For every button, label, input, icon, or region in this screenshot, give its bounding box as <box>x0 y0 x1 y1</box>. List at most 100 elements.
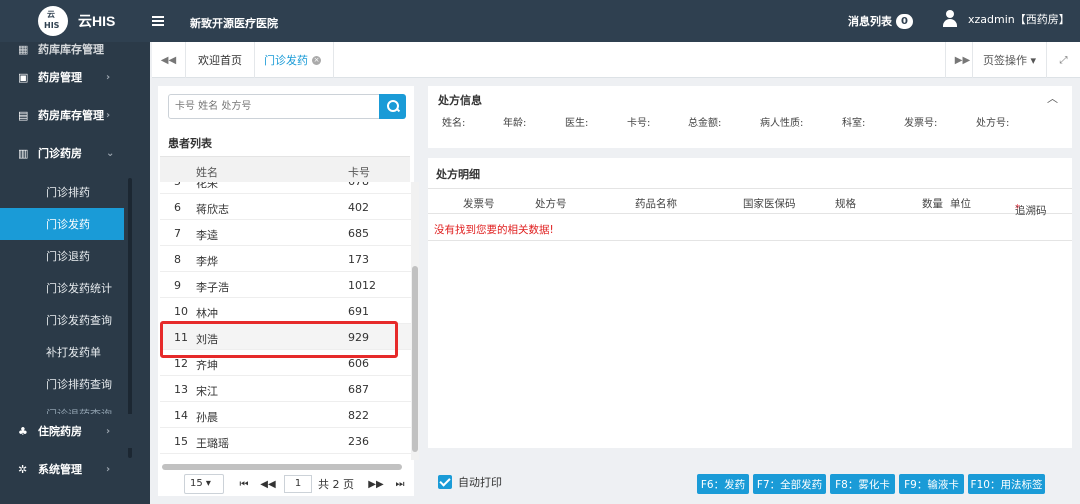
prescription-detail-title: 处方明细 <box>436 168 480 181</box>
patient-name: 花荣 <box>196 182 218 190</box>
col-invoice: 发票号 <box>463 198 495 210</box>
field-prescription-no: 处方号: <box>976 118 1010 129</box>
table-row[interactable]: 14 孙晨 822 <box>160 402 412 428</box>
card-number: 402 <box>348 201 369 214</box>
sidebar-subitem-outpatient-return[interactable]: 门诊退药 <box>0 240 124 272</box>
detail-table-header: 发票号 处方号 药品名称 国家医保码 规格 数量 单位 * 追溯码 <box>428 188 1072 217</box>
table-row[interactable]: 8 李烨 173 <box>160 246 412 272</box>
dispense-all-button[interactable]: F7：全部发药 <box>753 474 826 494</box>
menu-toggle-icon[interactable] <box>152 16 164 26</box>
card-number: 236 <box>348 435 369 448</box>
sidebar-item-outpatient-pharmacy[interactable]: ▥ 门诊药房 ⌄ <box>0 136 150 170</box>
bed-icon: ♣ <box>18 424 28 438</box>
card-number: 691 <box>348 305 369 318</box>
scroll-thumb[interactable] <box>412 266 418 452</box>
patient-list-hscrollbar[interactable] <box>162 464 402 470</box>
table-row[interactable]: 15 王璐瑶 236 <box>160 428 412 454</box>
field-doctor: 医生: <box>565 118 589 129</box>
sidebar-item-pharmacy-inventory[interactable]: ▤ 药房库存管理 › <box>0 98 150 132</box>
messages-count-badge: 0 <box>896 13 913 29</box>
sidebar-subitem-return-query[interactable]: 门诊退药查询 <box>0 400 124 414</box>
patient-list-vscrollbar[interactable] <box>411 182 419 460</box>
sidebar-item-system[interactable]: ✲ 系统管理 › <box>0 452 150 486</box>
patient-name: 李子浩 <box>196 281 229 294</box>
field-department: 科室: <box>842 118 866 129</box>
hospital-name: 新致开源医疗医院 <box>190 17 278 30</box>
chevron-right-icon: › <box>106 425 111 437</box>
table-row[interactable]: 9 李子浩 1012 <box>160 272 412 298</box>
col-insurance-code: 国家医保码 <box>743 198 796 210</box>
tab-home[interactable]: 欢迎首页 <box>186 42 255 78</box>
action-footer: 自动打印 F6：发药 F7：全部发药 F8：雾化卡 F9：输液卡 F10：用法标… <box>428 468 1072 496</box>
table-row[interactable]: 6 蒋欣志 402 <box>160 194 412 220</box>
chevron-right-icon: › <box>106 463 111 475</box>
sidebar-subitem-dispense-stats[interactable]: 门诊发药统计 <box>0 272 124 304</box>
patient-name: 孙晨 <box>196 411 218 424</box>
row-number: 8 <box>174 253 181 266</box>
sidebar-subitem-outpatient-dispense[interactable]: 门诊发药 <box>0 208 124 240</box>
card-number: 173 <box>348 253 369 266</box>
logo-mark-bottom: HIS <box>44 21 60 30</box>
field-total: 总金额: <box>688 118 722 129</box>
field-age: 年龄: <box>503 118 527 129</box>
table-row[interactable]: 13 宋江 687 <box>160 376 412 402</box>
tab-outpatient-dispense[interactable]: 门诊发药 × <box>252 42 334 78</box>
messages-label: 消息列表 <box>848 15 892 28</box>
patient-list-title: 患者列表 <box>168 137 212 150</box>
col-unit: 单位 <box>950 198 971 210</box>
card-number: 1012 <box>348 279 376 292</box>
page-total: 共 2 页 <box>318 478 354 491</box>
sidebar-subitem-outpatient-arrange[interactable]: 门诊排药 <box>0 176 124 208</box>
user-menu[interactable]: xzadmin【西药房】 <box>942 10 1070 28</box>
row-number: 6 <box>174 201 181 214</box>
sidebar-item-pharmacy[interactable]: ▣ 药房管理 › <box>0 60 150 94</box>
divider <box>428 240 1072 241</box>
prev-page-icon[interactable]: ◀◀ <box>260 479 276 490</box>
table-row[interactable]: 5 花荣 678 <box>160 182 412 194</box>
infusion-card-button[interactable]: F9：输液卡 <box>899 474 964 494</box>
auto-print-checkbox[interactable]: 自动打印 <box>438 474 502 490</box>
sidebar-item-label: 药房管理 <box>38 71 82 84</box>
col-name: 姓名 <box>196 166 218 179</box>
row-number: 12 <box>174 357 188 370</box>
app-name: 云HIS <box>78 13 116 29</box>
tabs-bar: ◀◀ 欢迎首页 门诊发药 × ▶▶ 页签操作 ▾ ⤢ <box>152 42 1080 78</box>
col-drug-name: 药品名称 <box>635 198 677 210</box>
sidebar-subitem-dispense-query[interactable]: 门诊发药查询 <box>0 304 124 336</box>
sidebar-subitem-reprint[interactable]: 补打发药单 <box>0 336 124 368</box>
sidebar: ▦ 药库库存管理 ▣ 药房管理 › ▤ 药房库存管理 › ▥ 门诊药房 ⌄ 门诊… <box>0 42 150 504</box>
chevron-up-icon[interactable]: ︿ <box>1047 90 1058 106</box>
nebulization-card-button[interactable]: F8：雾化卡 <box>830 474 895 494</box>
logo: 云 HIS 云HIS <box>38 6 115 36</box>
sidebar-subitem-arrange-query[interactable]: 门诊排药查询 <box>0 368 124 400</box>
row-number: 9 <box>174 279 181 292</box>
search-icon[interactable] <box>379 94 406 119</box>
usage-label-button[interactable]: F10：用法标签 <box>968 474 1045 494</box>
close-icon[interactable]: × <box>312 55 321 65</box>
col-quantity: 数量 <box>922 198 943 210</box>
tabs-scroll-left-icon[interactable]: ◀◀ <box>152 42 186 78</box>
top-bar: 云 HIS 云HIS 新致开源医疗医院 消息列表 0 xzadmin【西药房】 <box>0 0 1080 42</box>
col-trace-code-label: 追溯码 <box>1015 205 1047 217</box>
clipboard-icon: ▥ <box>18 146 29 160</box>
row-number: 15 <box>174 435 188 448</box>
first-page-icon[interactable]: ⏮ <box>236 479 252 490</box>
tab-operations-dropdown[interactable]: 页签操作 ▾ <box>971 42 1046 78</box>
patient-name: 李逵 <box>196 229 218 242</box>
gears-icon: ✲ <box>18 462 28 476</box>
table-row[interactable]: 7 李逵 685 <box>160 220 412 246</box>
field-name: 姓名: <box>442 118 466 129</box>
next-page-icon[interactable]: ▶▶ <box>368 479 384 490</box>
row-number: 13 <box>174 383 188 396</box>
messages-link[interactable]: 消息列表 0 <box>848 13 913 29</box>
page-size-select[interactable]: 15 ▾ <box>184 474 224 494</box>
sidebar-item-inpatient-pharmacy[interactable]: ♣ 住院药房 › <box>0 414 150 448</box>
page-number-input[interactable]: 1 <box>284 475 312 493</box>
dispense-button[interactable]: F6：发药 <box>697 474 749 494</box>
checkbox-checked-icon[interactable] <box>438 475 452 489</box>
patient-search-input[interactable] <box>168 94 380 119</box>
prescription-info-title: 处方信息 <box>438 94 482 107</box>
last-page-icon[interactable]: ⏭ <box>392 479 408 490</box>
fullscreen-icon[interactable]: ⤢ <box>1046 42 1080 78</box>
sidebar-item-label: 药库库存管理 <box>38 43 104 56</box>
